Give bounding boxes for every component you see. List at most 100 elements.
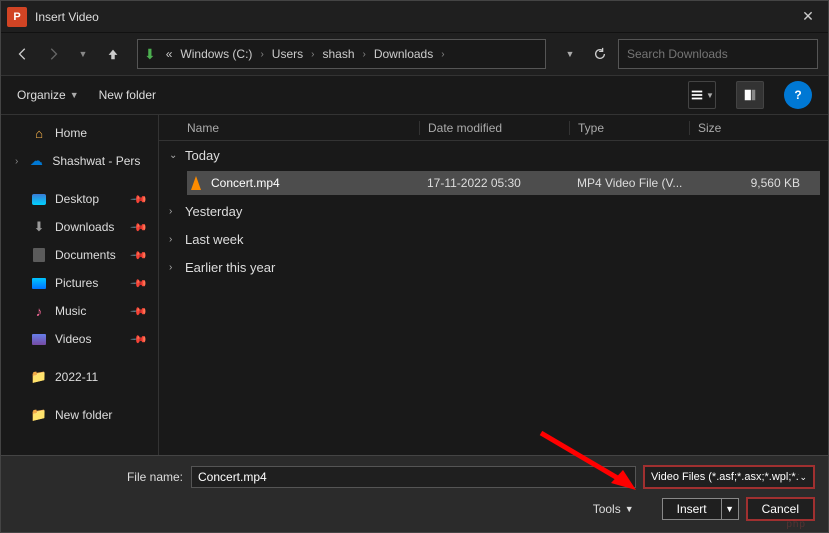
document-icon: [31, 247, 47, 263]
col-date[interactable]: Date modified: [419, 121, 569, 135]
pictures-icon: [31, 275, 47, 291]
file-date: 17-11-2022 05:30: [427, 176, 577, 190]
sidebar-documents[interactable]: Documents 📌: [1, 241, 158, 269]
close-button[interactable]: ✕: [794, 8, 822, 25]
file-row-concert[interactable]: Concert.mp4 17-11-2022 05:30 MP4 Video F…: [187, 171, 820, 195]
home-icon: ⌂: [31, 125, 47, 141]
cancel-button[interactable]: Cancel: [747, 498, 814, 520]
col-name[interactable]: Name: [159, 121, 419, 135]
group-label: Last week: [185, 232, 244, 247]
filename-label: File name:: [15, 470, 183, 484]
sidebar-folder-new[interactable]: 📁 New folder: [1, 401, 158, 429]
chevron-right-icon: ›: [258, 49, 265, 60]
filename-row: File name: Video Files (*.asf;*.asx;*.wp…: [15, 466, 814, 488]
filename-input[interactable]: [191, 466, 636, 488]
videos-icon: [31, 331, 47, 347]
chevron-right-icon: ›: [15, 156, 18, 167]
folder-icon: 📁: [31, 369, 47, 385]
organize-button[interactable]: Organize▼: [17, 88, 79, 102]
tools-button[interactable]: Tools▼: [593, 502, 634, 516]
sidebar-desktop[interactable]: Desktop 📌: [1, 185, 158, 213]
group-label: Yesterday: [185, 204, 242, 219]
sidebar-downloads[interactable]: ⬇ Downloads 📌: [1, 213, 158, 241]
vlc-icon: [187, 174, 205, 192]
search-input[interactable]: [618, 39, 818, 69]
toolbar: Organize▼ New folder ▼ ?: [1, 75, 828, 115]
sidebar-videos[interactable]: Videos 📌: [1, 325, 158, 353]
download-icon: ⬇: [31, 219, 47, 235]
chevron-down-icon: ▼: [625, 504, 634, 514]
pin-icon: 📌: [130, 246, 149, 265]
sidebar-onedrive[interactable]: › ☁ Shashwat - Pers: [1, 147, 158, 175]
watermark: php: [786, 519, 806, 530]
insert-button[interactable]: Insert: [662, 498, 721, 520]
pin-icon: 📌: [130, 218, 149, 237]
insert-dropdown[interactable]: ▼: [721, 498, 739, 520]
column-headers: Name Date modified Type Size: [159, 115, 828, 141]
sidebar-label: Videos: [55, 332, 91, 346]
group-label: Earlier this year: [185, 260, 275, 275]
new-folder-button[interactable]: New folder: [99, 88, 156, 102]
group-label: Today: [185, 148, 220, 163]
chevron-down-icon: ▼: [70, 90, 79, 100]
button-row: Tools▼ Insert ▼ Cancel: [15, 498, 814, 520]
sidebar-label: New folder: [55, 408, 112, 422]
help-button[interactable]: ?: [784, 81, 812, 109]
chevron-right-icon: ›: [169, 206, 179, 217]
folder-icon: 📁: [31, 407, 47, 423]
chevron-right-icon: ›: [439, 49, 446, 60]
back-button[interactable]: [11, 42, 35, 66]
group-lastweek[interactable]: › Last week: [159, 225, 828, 253]
breadcrumb-dropdown[interactable]: ▼: [558, 42, 582, 66]
chevron-down-icon: ⌄: [169, 150, 179, 161]
footer: File name: Video Files (*.asf;*.asx;*.wp…: [1, 455, 828, 532]
file-type-filter[interactable]: Video Files (*.asf;*.asx;*.wpl;*.w ⌄: [644, 466, 814, 488]
main-area: ⌂Home › ☁ Shashwat - Pers Desktop 📌 ⬇ Downlo…: [1, 115, 828, 455]
powerpoint-icon: P: [7, 7, 27, 27]
up-button[interactable]: [101, 42, 125, 66]
breadcrumb-downloads[interactable]: Downloads: [372, 47, 435, 61]
sidebar-label: Documents: [55, 248, 116, 262]
breadcrumb-user[interactable]: shash: [320, 47, 356, 61]
breadcrumb-bar[interactable]: ⬇ « Windows (C:) › Users › shash › Downl…: [137, 39, 546, 69]
group-yesterday[interactable]: › Yesterday: [159, 197, 828, 225]
list-body: ⌄ Today Concert.mp4 17-11-2022 05:30 MP4 …: [159, 141, 828, 455]
refresh-button[interactable]: [588, 42, 612, 66]
pin-icon: 📌: [130, 330, 149, 349]
sidebar-pictures[interactable]: Pictures📌: [1, 269, 158, 297]
chevron-right-icon: ›: [361, 49, 368, 60]
breadcrumb-prefix[interactable]: «: [164, 47, 175, 61]
desktop-icon: [31, 191, 47, 207]
cloud-icon: ☁: [28, 153, 44, 169]
chevron-right-icon: ›: [169, 234, 179, 245]
group-today[interactable]: ⌄ Today: [159, 141, 828, 169]
sidebar-label: 2022-11: [55, 370, 98, 384]
sidebar-label: Music: [55, 304, 86, 318]
breadcrumb-drive[interactable]: Windows (C:): [178, 47, 254, 61]
sidebar-folder-2022-11[interactable]: 📁 2022-11: [1, 363, 158, 391]
file-name: Concert.mp4: [211, 176, 427, 190]
sidebar-home[interactable]: ⌂Home: [1, 119, 158, 147]
music-icon: ♪: [31, 303, 47, 319]
col-size[interactable]: Size: [689, 121, 828, 135]
insert-split-button: Insert ▼: [662, 498, 739, 520]
view-mode-button[interactable]: ▼: [688, 81, 716, 109]
sidebar-music[interactable]: ♪ Music 📌: [1, 297, 158, 325]
file-size: 9,560 KB: [697, 176, 820, 190]
file-type: MP4 Video File (V...: [577, 176, 697, 190]
pin-icon: 📌: [130, 190, 149, 209]
recent-dropdown[interactable]: ▼: [71, 42, 95, 66]
breadcrumb-users[interactable]: Users: [270, 47, 305, 61]
pin-icon: 📌: [130, 302, 149, 321]
file-list: Name Date modified Type Size ⌄ Today Conc…: [159, 115, 828, 455]
nav-row: ▼ ⬇ « Windows (C:) › Users › shash › Dow…: [1, 33, 828, 75]
preview-pane-button[interactable]: [736, 81, 764, 109]
window-title: Insert Video: [35, 10, 794, 24]
forward-button[interactable]: [41, 42, 65, 66]
sidebar-label: Desktop: [55, 192, 99, 206]
sidebar-label: Downloads: [55, 220, 114, 234]
chevron-right-icon: ›: [169, 262, 179, 273]
group-earlier[interactable]: › Earlier this year: [159, 253, 828, 281]
sidebar-label: Shashwat - Pers: [52, 154, 140, 168]
col-type[interactable]: Type: [569, 121, 689, 135]
